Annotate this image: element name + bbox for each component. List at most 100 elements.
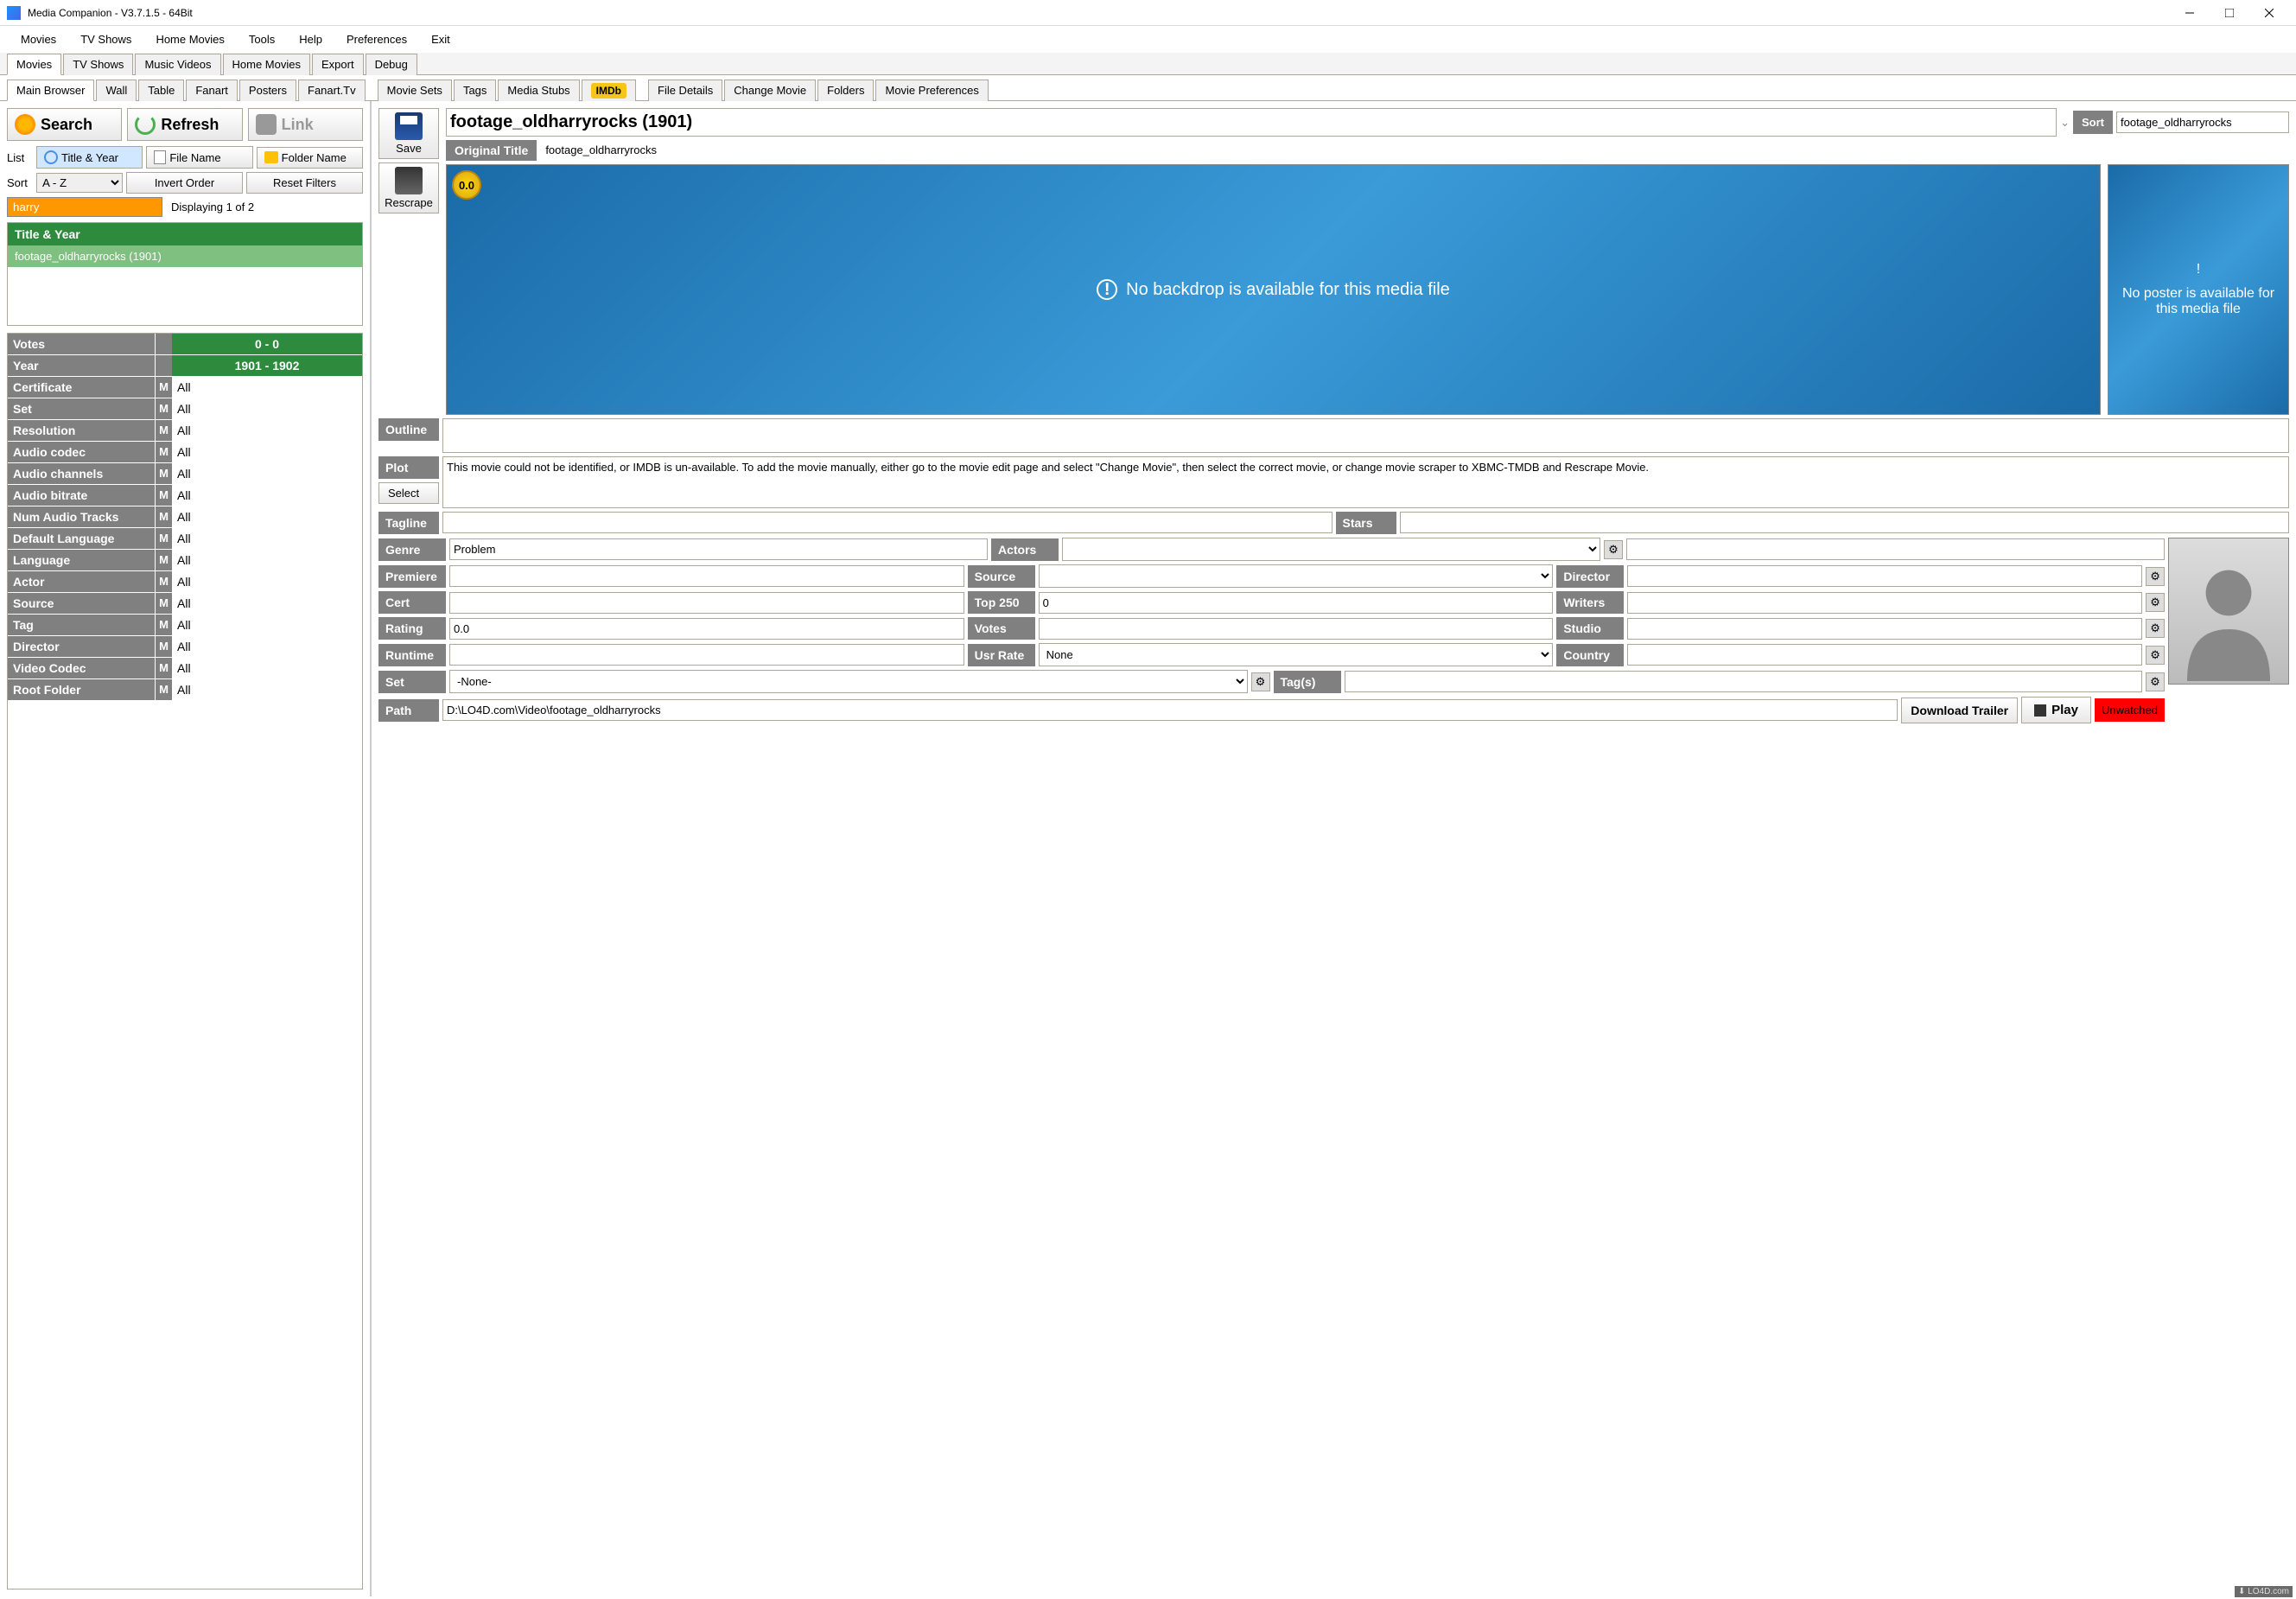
subtab-fanarttv[interactable]: Fanart.Tv [298, 80, 366, 101]
invert-order-button[interactable]: Invert Order [126, 172, 243, 194]
filter-value[interactable]: All [172, 485, 362, 506]
set-select[interactable]: -None- [449, 670, 1248, 693]
tab-export[interactable]: Export [312, 54, 364, 75]
premiere-input[interactable] [449, 565, 964, 587]
subtab-imdb[interactable]: IMDb [582, 80, 636, 101]
subtab-folders[interactable]: Folders [817, 80, 874, 101]
subtab-table[interactable]: Table [138, 80, 184, 101]
filter-value[interactable]: All [172, 636, 362, 657]
source-select[interactable] [1039, 564, 1554, 588]
close-button[interactable] [2249, 0, 2289, 26]
filter-value[interactable]: All [172, 528, 362, 549]
subtab-movieprefs[interactable]: Movie Preferences [875, 80, 988, 101]
unwatched-button[interactable]: Unwatched [2095, 698, 2165, 722]
cert-input[interactable] [449, 592, 964, 614]
menu-homemovies[interactable]: Home Movies [145, 29, 234, 49]
actors-select[interactable] [1062, 538, 1600, 561]
movie-title-input[interactable] [446, 108, 2057, 137]
filter-row[interactable]: Audio channelsMAll [8, 463, 362, 485]
menu-help[interactable]: Help [289, 29, 333, 49]
filter-value[interactable]: All [172, 506, 362, 527]
download-trailer-button[interactable]: Download Trailer [1901, 698, 2018, 723]
director-edit-button[interactable]: ⚙ [2146, 567, 2165, 586]
genre-input[interactable] [449, 538, 988, 560]
foldername-button[interactable]: Folder Name [257, 147, 363, 169]
country-input[interactable] [1627, 644, 2142, 666]
actors-edit-button[interactable]: ⚙ [1604, 540, 1623, 559]
filter-value[interactable]: All [172, 420, 362, 441]
subtab-mainbrowser[interactable]: Main Browser [7, 80, 94, 101]
writers-edit-button[interactable]: ⚙ [2146, 593, 2165, 612]
plot-select-button[interactable]: Select [378, 482, 439, 504]
top250-input[interactable] [1039, 592, 1554, 614]
runtime-input[interactable] [449, 644, 964, 666]
menu-movies[interactable]: Movies [10, 29, 67, 49]
reset-filters-button[interactable]: Reset Filters [246, 172, 363, 194]
filter-row[interactable]: Root FolderMAll [8, 679, 362, 701]
tab-tvshows[interactable]: TV Shows [63, 54, 133, 75]
sort-title-input[interactable] [2116, 111, 2289, 133]
maximize-button[interactable] [2210, 0, 2249, 26]
search-input[interactable] [7, 197, 162, 217]
filter-row[interactable]: TagMAll [8, 615, 362, 636]
filter-value[interactable]: 0 - 0 [172, 334, 362, 354]
filter-row[interactable]: ResolutionMAll [8, 420, 362, 442]
list-header[interactable]: Title & Year [8, 223, 362, 245]
subtab-filedetails[interactable]: File Details [648, 80, 722, 101]
studio-input[interactable] [1627, 618, 2142, 640]
backdrop-image[interactable]: 0.0 !No backdrop is available for this m… [446, 164, 2101, 415]
menu-tvshows[interactable]: TV Shows [70, 29, 142, 49]
play-button[interactable]: Play [2021, 697, 2091, 723]
subtab-fanart[interactable]: Fanart [186, 80, 238, 101]
filter-row[interactable]: DirectorMAll [8, 636, 362, 658]
filter-row[interactable]: SourceMAll [8, 593, 362, 615]
filter-value[interactable]: 1901 - 1902 [172, 355, 362, 376]
sort-select[interactable]: A - Z [36, 173, 123, 193]
filter-row[interactable]: ActorMAll [8, 571, 362, 593]
director-input[interactable] [1627, 565, 2142, 587]
votes-input[interactable] [1039, 618, 1554, 640]
filter-value[interactable]: All [172, 571, 362, 592]
filter-value[interactable]: All [172, 442, 362, 462]
subtab-moviesets[interactable]: Movie Sets [378, 80, 452, 101]
menu-exit[interactable]: Exit [421, 29, 461, 49]
subtab-posters[interactable]: Posters [239, 80, 296, 101]
usrrate-select[interactable]: None [1039, 643, 1554, 666]
filter-value[interactable]: All [172, 463, 362, 484]
filter-row[interactable]: Votes0 - 0 [8, 334, 362, 355]
link-button[interactable]: Link [248, 108, 363, 141]
filter-row[interactable]: Default LanguageMAll [8, 528, 362, 550]
studio-edit-button[interactable]: ⚙ [2146, 619, 2165, 638]
filter-row[interactable]: Audio codecMAll [8, 442, 362, 463]
subtab-tags[interactable]: Tags [454, 80, 496, 101]
save-button[interactable]: Save [378, 108, 439, 159]
tagline-input[interactable] [442, 512, 1332, 533]
set-edit-button[interactable]: ⚙ [1251, 672, 1270, 691]
menu-tools[interactable]: Tools [239, 29, 285, 49]
subtab-wall[interactable]: Wall [96, 80, 137, 101]
subtab-mediastubs[interactable]: Media Stubs [498, 80, 579, 101]
actor-image[interactable] [2168, 538, 2289, 685]
filter-row[interactable]: Year1901 - 1902 [8, 355, 362, 377]
outline-input[interactable] [442, 418, 2289, 453]
filter-value[interactable]: All [172, 658, 362, 678]
list-item[interactable]: footage_oldharryrocks (1901) [8, 245, 362, 267]
tags-edit-button[interactable]: ⚙ [2146, 672, 2165, 691]
filename-button[interactable]: File Name [146, 146, 252, 169]
filter-value[interactable]: All [172, 593, 362, 614]
rescrape-button[interactable]: Rescrape [378, 162, 439, 213]
tab-homemovies[interactable]: Home Movies [223, 54, 310, 75]
title-year-button[interactable]: Title & Year [36, 146, 143, 169]
plot-input[interactable]: This movie could not be identified, or I… [442, 456, 2289, 508]
filter-row[interactable]: Audio bitrateMAll [8, 485, 362, 506]
tab-musicvideos[interactable]: Music Videos [135, 54, 220, 75]
path-input[interactable] [442, 699, 1898, 721]
filter-value[interactable]: All [172, 679, 362, 700]
country-edit-button[interactable]: ⚙ [2146, 646, 2165, 665]
rating-input[interactable] [449, 618, 964, 640]
minimize-button[interactable] [2170, 0, 2210, 26]
tags-input[interactable] [1345, 671, 2143, 692]
filter-value[interactable]: All [172, 550, 362, 570]
stars-input[interactable] [1400, 512, 2290, 533]
filter-row[interactable]: Video CodecMAll [8, 658, 362, 679]
